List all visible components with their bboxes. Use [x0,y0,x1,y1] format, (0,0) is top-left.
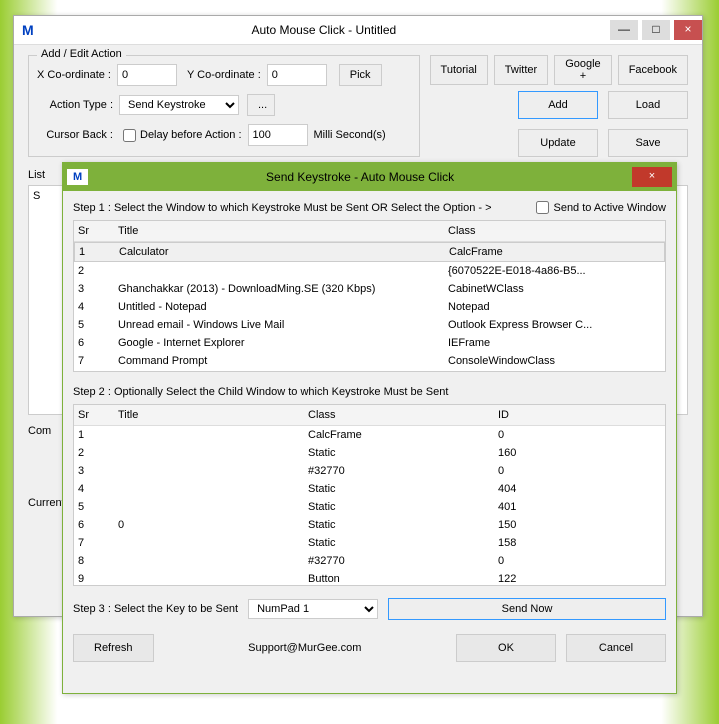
table-row[interactable]: 5Unread email - Windows Live MailOutlook… [74,316,665,334]
dialog-titlebar: M Send Keystroke - Auto Mouse Click × [63,163,676,191]
table-row[interactable]: 8#327700 [74,552,665,570]
save-button[interactable]: Save [608,129,688,157]
send-active-label: Send to Active Window [553,202,666,214]
pick-button[interactable]: Pick [339,64,382,86]
delay-input[interactable] [248,124,308,146]
send-now-button[interactable]: Send Now [388,598,666,620]
list-header-s: S [33,190,40,202]
table-row[interactable]: 9Button122 [74,570,665,586]
cancel-button[interactable]: Cancel [566,634,666,662]
y-coord-input[interactable] [267,64,327,86]
load-button[interactable]: Load [608,91,688,119]
ms-label: Milli Second(s) [314,129,386,141]
table-row[interactable]: 1CalculatorCalcFrame [74,242,665,262]
cursor-back-label: Cursor Back : [37,129,113,141]
tutorial-button[interactable]: Tutorial [430,55,488,85]
col-class: Class [308,409,498,421]
support-label: Support@MurGee.com [164,642,446,654]
table-row[interactable]: 3Ghanchakkar (2013) - DownloadMing.SE (3… [74,280,665,298]
x-coord-label: X Co-ordinate : [37,69,111,81]
col-sr: Sr [78,225,118,237]
col-title: Title [118,225,448,237]
col-class: Class [448,225,661,237]
delay-label: Delay before Action : [140,129,242,141]
table-row[interactable]: 6Google - Internet ExplorerIEFrame [74,334,665,352]
ok-button[interactable]: OK [456,634,556,662]
col-id: ID [498,409,661,421]
col-title: Title [118,409,308,421]
keystroke-dialog: M Send Keystroke - Auto Mouse Click × St… [62,162,677,694]
table-row[interactable]: 1CalcFrame0 [74,426,665,444]
cursor-back-checkbox[interactable] [123,129,136,142]
step3-label: Step 3 : Select the Key to be Sent [73,603,238,615]
table-row[interactable]: 4Untitled - NotepadNotepad [74,298,665,316]
table-header: Sr Title Class ID [74,405,665,426]
maximize-button[interactable]: □ [642,20,670,40]
add-button[interactable]: Add [518,91,598,119]
table-row[interactable]: 2{6070522E-E018-4a86-B5... [74,262,665,280]
dialog-logo-icon: M [67,169,88,185]
twitter-button[interactable]: Twitter [494,55,548,85]
table-row[interactable]: 2Static160 [74,444,665,462]
table-header: Sr Title Class [74,221,665,242]
table-row[interactable]: 7Static158 [74,534,665,552]
dialog-title: Send Keystroke - Auto Mouse Click [88,170,632,184]
minimize-button[interactable]: — [610,20,638,40]
fieldset-legend: Add / Edit Action [37,48,126,60]
table-row[interactable]: 3#327700 [74,462,665,480]
step1-label: Step 1 : Select the Window to which Keys… [73,202,492,214]
close-button[interactable]: × [674,20,702,40]
table-row[interactable]: 7Command PromptConsoleWindowClass [74,352,665,370]
table-row[interactable]: 5Static401 [74,498,665,516]
more-button[interactable]: ... [247,94,275,116]
child-window-table[interactable]: Sr Title Class ID 1CalcFrame02Static1603… [73,404,666,586]
titlebar: M Auto Mouse Click - Untitled — □ × [14,16,702,45]
window-table[interactable]: Sr Title Class 1CalculatorCalcFrame2{607… [73,220,666,372]
y-coord-label: Y Co-ordinate : [187,69,261,81]
step2-label: Step 2 : Optionally Select the Child Win… [73,386,666,398]
table-row[interactable]: 60Static150 [74,516,665,534]
table-row[interactable]: 4Static404 [74,480,665,498]
action-type-select[interactable]: Send Keystroke [119,95,239,115]
facebook-button[interactable]: Facebook [618,55,688,85]
update-button[interactable]: Update [518,129,598,157]
refresh-button[interactable]: Refresh [73,634,154,662]
dialog-close-button[interactable]: × [632,167,672,187]
col-sr: Sr [78,409,118,421]
x-coord-input[interactable] [117,64,177,86]
window-title: Auto Mouse Click - Untitled [42,23,606,37]
send-active-checkbox[interactable] [536,201,549,214]
app-logo-icon: M [14,22,42,38]
google-button[interactable]: Google + [554,55,611,85]
add-edit-fieldset: Add / Edit Action X Co-ordinate : Y Co-o… [28,55,420,157]
action-type-label: Action Type : [37,99,113,111]
key-select[interactable]: NumPad 1 [248,599,378,619]
